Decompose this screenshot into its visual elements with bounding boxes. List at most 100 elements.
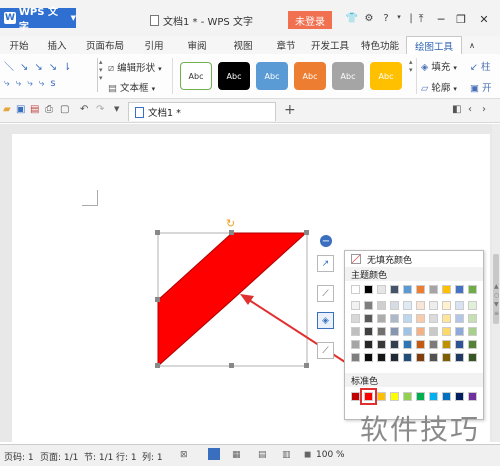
resize-handle[interactable] bbox=[155, 297, 160, 302]
theme-shade-swatch[interactable] bbox=[364, 327, 373, 336]
standard-colors-header: 标准色 bbox=[345, 373, 483, 387]
theme-shade-swatch[interactable] bbox=[455, 327, 464, 336]
theme-shade-swatch[interactable] bbox=[429, 353, 438, 362]
rotate-handle-icon[interactable]: ↻ bbox=[226, 217, 235, 230]
theme-color-swatch[interactable] bbox=[377, 285, 386, 294]
theme-shade-swatch[interactable] bbox=[442, 353, 451, 362]
theme-shade-swatch[interactable] bbox=[351, 353, 360, 362]
theme-color-swatch[interactable] bbox=[416, 285, 425, 294]
split-icon[interactable]: ⊠ bbox=[180, 450, 188, 460]
theme-shade-swatch[interactable] bbox=[351, 327, 360, 336]
theme-shade-swatch[interactable] bbox=[403, 340, 412, 349]
resize-handle[interactable] bbox=[304, 230, 309, 235]
theme-shade-swatch[interactable] bbox=[455, 301, 464, 310]
theme-shade-swatch[interactable] bbox=[403, 314, 412, 323]
theme-color-swatch[interactable] bbox=[390, 285, 399, 294]
resize-handle[interactable] bbox=[229, 363, 234, 368]
theme-color-swatch[interactable] bbox=[468, 285, 477, 294]
theme-shade-swatch[interactable] bbox=[351, 340, 360, 349]
theme-shade-swatch[interactable] bbox=[403, 353, 412, 362]
theme-shade-swatch[interactable] bbox=[377, 314, 386, 323]
status-column: 列: 1 bbox=[142, 453, 163, 463]
theme-shade-swatch[interactable] bbox=[468, 327, 477, 336]
theme-shade-swatch[interactable] bbox=[468, 353, 477, 362]
theme-shade-swatch[interactable] bbox=[429, 301, 438, 310]
theme-shade-swatch[interactable] bbox=[403, 301, 412, 310]
theme-shade-swatch[interactable] bbox=[429, 340, 438, 349]
theme-shade-swatch[interactable] bbox=[403, 327, 412, 336]
theme-shade-swatch[interactable] bbox=[455, 314, 464, 323]
theme-shade-swatch[interactable] bbox=[351, 301, 360, 310]
resize-handle[interactable] bbox=[304, 363, 309, 368]
theme-shade-swatch[interactable] bbox=[377, 340, 386, 349]
standard-color-swatch[interactable] bbox=[351, 392, 360, 401]
theme-colors-header: 主题颜色 bbox=[345, 267, 483, 281]
theme-shade-swatch[interactable] bbox=[377, 353, 386, 362]
theme-shade-swatch[interactable] bbox=[377, 327, 386, 336]
resize-handle[interactable] bbox=[155, 230, 160, 235]
resize-handle[interactable] bbox=[229, 230, 234, 235]
status-row: 行: 1 bbox=[116, 453, 137, 463]
standard-color-swatch[interactable] bbox=[442, 392, 451, 401]
standard-color-swatch[interactable] bbox=[468, 392, 477, 401]
theme-shade-swatch[interactable] bbox=[390, 301, 399, 310]
theme-shade-swatch[interactable] bbox=[390, 340, 399, 349]
theme-shade-swatch[interactable] bbox=[442, 301, 451, 310]
theme-shade-swatch[interactable] bbox=[442, 340, 451, 349]
status-bar: 页码: 1 页面: 1/1 节: 1/1 行: 1 列: 1 ⊠ ▦ ▤ ▥ ◼… bbox=[0, 444, 500, 466]
fill-color-popup: 无填充颜色 主题颜色 标准色 bbox=[344, 250, 484, 420]
theme-shade-swatch[interactable] bbox=[364, 353, 373, 362]
no-fill-icon bbox=[351, 254, 361, 264]
collapse-toolbar-icon[interactable]: − bbox=[320, 235, 332, 247]
theme-color-swatch[interactable] bbox=[442, 285, 451, 294]
standard-color-swatch[interactable] bbox=[390, 392, 399, 401]
reading-mode-icon[interactable]: ◼ bbox=[304, 450, 311, 460]
theme-shade-swatch[interactable] bbox=[364, 314, 373, 323]
theme-shade-swatch[interactable] bbox=[429, 314, 438, 323]
theme-color-swatch[interactable] bbox=[364, 285, 373, 294]
fill-color-icon[interactable]: ◈ bbox=[317, 312, 334, 329]
theme-shade-swatch[interactable] bbox=[468, 301, 477, 310]
red-parallelogram-shape[interactable] bbox=[157, 232, 308, 368]
outline-color-icon[interactable]: ⟋ bbox=[317, 342, 334, 359]
standard-color-swatch[interactable] bbox=[455, 392, 464, 401]
web-layout-icon[interactable]: ▤ bbox=[258, 450, 267, 460]
theme-shade-swatch[interactable] bbox=[364, 301, 373, 310]
selected-standard-color-swatch[interactable] bbox=[360, 388, 377, 405]
line-style-icon[interactable]: ⟋ bbox=[317, 285, 334, 302]
outline-view-icon[interactable]: ▥ bbox=[282, 450, 291, 460]
theme-shade-swatch[interactable] bbox=[416, 353, 425, 362]
status-page-number: 页码: 1 bbox=[4, 453, 34, 463]
theme-shade-swatch[interactable] bbox=[364, 340, 373, 349]
standard-color-swatch[interactable] bbox=[416, 392, 425, 401]
standard-color-swatch[interactable] bbox=[377, 392, 386, 401]
theme-color-swatch[interactable] bbox=[403, 285, 412, 294]
page-view-icon[interactable] bbox=[208, 448, 220, 460]
theme-shade-swatch[interactable] bbox=[455, 353, 464, 362]
theme-shade-swatch[interactable] bbox=[416, 327, 425, 336]
theme-shade-swatch[interactable] bbox=[455, 340, 464, 349]
theme-color-swatch[interactable] bbox=[429, 285, 438, 294]
chart-style-icon[interactable]: ↗ bbox=[317, 255, 334, 272]
theme-color-swatch[interactable] bbox=[351, 285, 360, 294]
theme-shade-swatch[interactable] bbox=[416, 314, 425, 323]
standard-color-swatch[interactable] bbox=[429, 392, 438, 401]
resize-handle[interactable] bbox=[155, 363, 160, 368]
full-screen-icon[interactable]: ▦ bbox=[232, 450, 241, 460]
theme-shade-swatch[interactable] bbox=[429, 327, 438, 336]
theme-shade-swatch[interactable] bbox=[416, 340, 425, 349]
theme-shade-swatch[interactable] bbox=[351, 314, 360, 323]
theme-shade-swatch[interactable] bbox=[442, 314, 451, 323]
theme-shade-swatch[interactable] bbox=[377, 301, 386, 310]
theme-shade-swatch[interactable] bbox=[468, 340, 477, 349]
theme-color-swatch[interactable] bbox=[455, 285, 464, 294]
theme-shade-swatch[interactable] bbox=[390, 327, 399, 336]
no-fill-option[interactable]: 无填充颜色 bbox=[345, 251, 483, 267]
standard-color-swatch[interactable] bbox=[403, 392, 412, 401]
theme-shade-swatch[interactable] bbox=[390, 353, 399, 362]
theme-shade-swatch[interactable] bbox=[390, 314, 399, 323]
theme-shade-swatch[interactable] bbox=[416, 301, 425, 310]
theme-shade-swatch[interactable] bbox=[442, 327, 451, 336]
status-page-count: 页面: 1/1 bbox=[40, 453, 79, 463]
theme-shade-swatch[interactable] bbox=[468, 314, 477, 323]
